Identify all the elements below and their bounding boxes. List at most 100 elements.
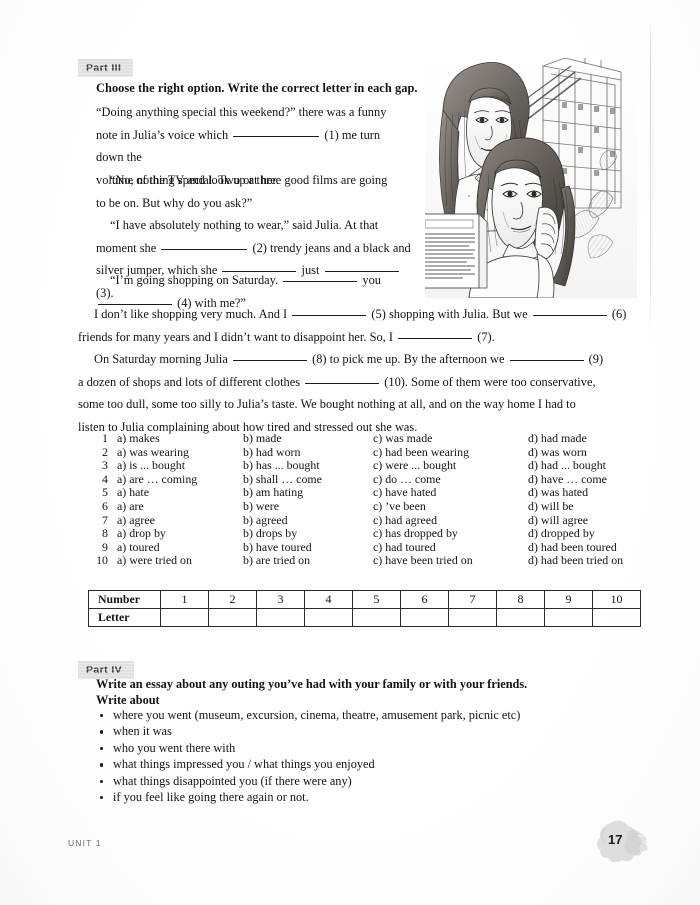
option-b[interactable]: b) drops by (243, 527, 373, 541)
number-cell-2: 2 (208, 590, 257, 609)
option-c[interactable]: c) had agreed (373, 513, 528, 528)
unit-label: UNIT 1 (68, 838, 102, 848)
option-c[interactable]: c) ’ve been (373, 499, 528, 514)
option-c[interactable]: c) had toured (373, 540, 528, 555)
number-cell-5: 5 (352, 590, 401, 609)
story-line-14b: (10). Some of them were too conservative… (384, 374, 596, 389)
option-a[interactable]: a) toured (117, 540, 243, 555)
story-line-7a: moment she (96, 240, 157, 255)
option-c[interactable]: c) has dropped by (373, 527, 528, 541)
letter-cell-6[interactable] (400, 608, 449, 627)
story-line-13b: (8) to pick me up. By the afternoon we (312, 352, 505, 366)
option-b[interactable]: b) had worn (243, 445, 373, 460)
option-a[interactable]: a) was wearing (117, 445, 243, 460)
option-row: 1 a) makes b) made c) was made d) had ma… (86, 431, 668, 446)
table-header-letter: Letter (88, 608, 161, 627)
option-b[interactable]: b) am hating (243, 486, 373, 500)
gap-10[interactable] (305, 382, 380, 384)
option-c[interactable]: c) have hated (373, 486, 528, 500)
list-item: when it was (96, 723, 616, 739)
option-number: 9 (102, 539, 108, 554)
part-3-badge: Part III (78, 59, 134, 77)
story-line-12b: (7). (477, 329, 495, 344)
option-d[interactable]: d) have … come (528, 472, 668, 487)
option-b[interactable]: b) has ... bought (243, 459, 373, 473)
letter-cell-8[interactable] (496, 608, 545, 627)
part-4-heading: Write an essay about any outing you’ve h… (96, 677, 616, 708)
option-b[interactable]: b) were (243, 499, 373, 514)
option-a[interactable]: a) are … coming (117, 472, 243, 487)
gap-8[interactable] (232, 360, 307, 361)
letter-cell-3[interactable] (256, 608, 305, 627)
option-b[interactable]: b) agreed (243, 513, 373, 528)
option-c[interactable]: c) was made (373, 431, 528, 446)
option-row: 8 a) drop by b) drops by c) has dropped … (86, 527, 668, 541)
option-d[interactable]: d) will agree (528, 513, 668, 528)
gap-9[interactable] (509, 360, 584, 361)
option-a[interactable]: a) is ... bought (117, 459, 243, 473)
list-item: who you went there with (96, 740, 616, 756)
scan-page-edge-shadow (652, 30, 654, 330)
option-b[interactable]: b) are tried on (243, 554, 373, 568)
letter-cell-10[interactable] (592, 608, 641, 627)
list-item: what things impressed you / what things … (96, 756, 616, 772)
part-3-instruction: Choose the right option. Write the corre… (96, 81, 418, 95)
option-row: 4 a) are … coming b) shall … come c) do … (86, 471, 668, 487)
story-line-12a: friends for many years and I didn’t want… (78, 329, 393, 344)
option-b[interactable]: b) have toured (243, 540, 373, 555)
story-line-9a: “I’m going shopping on Saturday. (110, 273, 279, 287)
option-a[interactable]: a) hate (117, 486, 243, 500)
story-line-2a: note in Julia’s voice which (96, 127, 229, 142)
gap-6[interactable] (532, 315, 607, 316)
option-a[interactable]: a) drop by (117, 527, 243, 541)
letter-cell-7[interactable] (448, 608, 497, 627)
option-c[interactable]: c) had been wearing (373, 445, 528, 460)
gap-4a[interactable] (283, 281, 358, 282)
scan-page-edge (650, 18, 651, 348)
letter-cell-4[interactable] (304, 608, 353, 627)
option-number: 6 (102, 498, 108, 513)
list-item: what things disappointed you (if there w… (96, 773, 616, 789)
option-d[interactable]: d) was hated (528, 486, 668, 500)
gap-2[interactable] (161, 248, 248, 250)
story-line-11a: I don’t like shopping very much. And I (94, 307, 288, 321)
option-row: 10 a) were tried on b) are tried on c) h… (86, 554, 668, 568)
option-b[interactable]: b) shall … come (243, 472, 373, 487)
gap-7[interactable] (398, 337, 473, 339)
story-line-11b: (5) shopping with Julia. But we (371, 307, 528, 321)
gap-1[interactable] (233, 135, 320, 137)
letter-cell-5[interactable] (352, 608, 401, 627)
option-a[interactable]: a) are (117, 499, 243, 514)
option-d[interactable]: d) was worn (528, 445, 668, 460)
option-d[interactable]: d) will be (528, 499, 668, 514)
number-cell-8: 8 (496, 590, 545, 609)
option-d[interactable]: d) had made (528, 431, 668, 446)
option-b[interactable]: b) made (243, 431, 373, 446)
option-number: 4 (102, 471, 108, 486)
list-item: where you went (museum, excursion, cinem… (96, 707, 616, 723)
option-c[interactable]: c) do … come (373, 472, 528, 487)
gap-5[interactable] (292, 315, 367, 316)
option-number: 1 (102, 431, 108, 445)
option-a[interactable]: a) makes (117, 431, 243, 446)
option-d[interactable]: d) dropped by (528, 527, 668, 541)
workbook-page: Part III Choose the right option. Write … (0, 0, 700, 905)
option-c[interactable]: c) have been tried on (373, 554, 528, 568)
answer-table: Number 1 2 3 4 5 6 7 8 9 10 Letter (88, 590, 641, 627)
table-row-numbers: Number 1 2 3 4 5 6 7 8 9 10 (88, 590, 641, 609)
option-d[interactable]: d) had ... bought (528, 459, 668, 473)
option-a[interactable]: a) agree (117, 513, 243, 528)
story-line-9b: you (362, 273, 381, 287)
option-d[interactable]: d) had been tried on (528, 554, 668, 568)
option-a[interactable]: a) were tried on (117, 554, 243, 568)
number-cell-1: 1 (160, 590, 209, 609)
option-c[interactable]: c) were ... bought (373, 459, 528, 473)
number-cell-4: 4 (304, 590, 353, 609)
option-d[interactable]: d) had been toured (528, 540, 668, 555)
letter-cell-9[interactable] (544, 608, 593, 627)
story-line-4: “No, nothing special. Two or three good … (110, 173, 388, 187)
story-line-6: “I have absolutely nothing to wear,” sai… (110, 218, 379, 232)
letter-cell-2[interactable] (208, 608, 257, 627)
story-line-11c: (6) (611, 307, 627, 321)
letter-cell-1[interactable] (160, 608, 209, 627)
